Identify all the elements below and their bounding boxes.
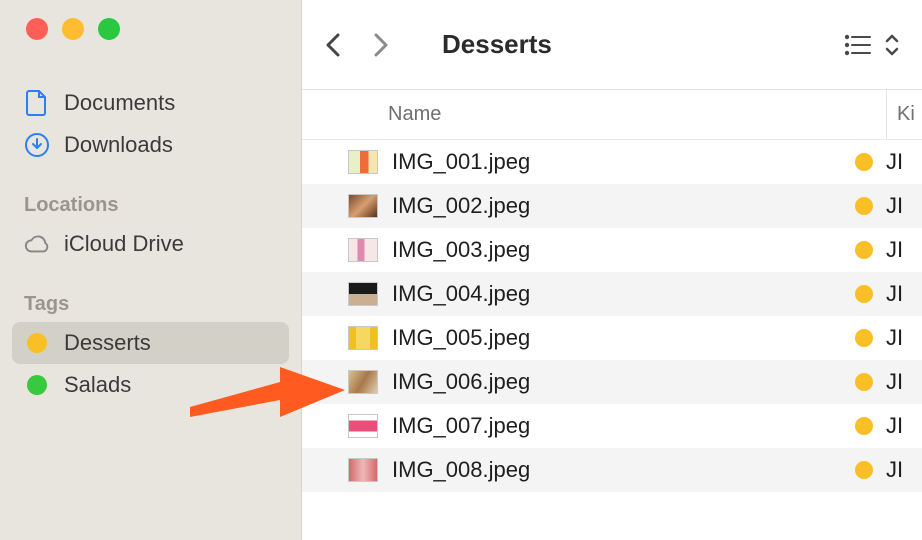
tag-dot-icon [24, 330, 50, 356]
file-row[interactable]: IMG_004.jpeg JI [302, 272, 922, 316]
file-thumbnail [348, 370, 378, 394]
file-kind: JI [886, 281, 922, 307]
zoom-button[interactable] [98, 18, 120, 40]
file-kind: JI [886, 457, 922, 483]
file-name: IMG_006.jpeg [392, 369, 842, 395]
toolbar: Desserts [302, 0, 922, 90]
tag-dot-icon [24, 372, 50, 398]
finder-window: Documents Downloads Locations [0, 0, 922, 540]
file-kind: JI [886, 413, 922, 439]
sidebar-tag-desserts[interactable]: Desserts [12, 322, 289, 364]
file-row[interactable]: IMG_006.jpeg JI [302, 360, 922, 404]
file-thumbnail [348, 282, 378, 306]
file-tag [842, 329, 886, 347]
window-title: Desserts [442, 29, 826, 60]
file-row[interactable]: IMG_001.jpeg JI [302, 140, 922, 184]
list-view-icon [844, 34, 872, 56]
column-header-kind[interactable]: Ki [886, 90, 922, 139]
file-tag [842, 461, 886, 479]
sidebar-tag-salads[interactable]: Salads [12, 364, 289, 406]
file-name: IMG_003.jpeg [392, 237, 842, 263]
sidebar-tag-label: Salads [64, 372, 131, 398]
file-thumbnail [348, 458, 378, 482]
sidebar-item-label: Downloads [64, 132, 173, 158]
minimize-button[interactable] [62, 18, 84, 40]
sidebar-tags: Tags Desserts Salads [0, 285, 301, 406]
file-row[interactable]: IMG_002.jpeg JI [302, 184, 922, 228]
sidebar-item-label: Documents [64, 90, 175, 116]
window-controls [0, 18, 301, 82]
file-thumbnail [348, 194, 378, 218]
view-mode-control[interactable] [844, 32, 900, 58]
file-tag [842, 373, 886, 391]
file-name: IMG_004.jpeg [392, 281, 842, 307]
sidebar-tag-label: Desserts [64, 330, 151, 356]
file-thumbnail [348, 150, 378, 174]
sidebar-header-locations: Locations [12, 186, 289, 223]
sidebar-item-documents[interactable]: Documents [12, 82, 289, 124]
file-thumbnail [348, 414, 378, 438]
file-thumbnail [348, 238, 378, 262]
file-row[interactable]: IMG_005.jpeg JI [302, 316, 922, 360]
chevron-up-down-icon [884, 32, 900, 58]
document-icon [24, 90, 50, 116]
file-kind: JI [886, 149, 922, 175]
file-row[interactable]: IMG_007.jpeg JI [302, 404, 922, 448]
file-name: IMG_007.jpeg [392, 413, 842, 439]
file-kind: JI [886, 325, 922, 351]
file-tag [842, 197, 886, 215]
file-row[interactable]: IMG_008.jpeg JI [302, 448, 922, 492]
file-name: IMG_005.jpeg [392, 325, 842, 351]
sidebar-locations: Locations iCloud Drive [0, 186, 301, 265]
file-tag [842, 153, 886, 171]
file-name: IMG_008.jpeg [392, 457, 842, 483]
file-name: IMG_002.jpeg [392, 193, 842, 219]
sidebar-item-label: iCloud Drive [64, 231, 184, 257]
file-name: IMG_001.jpeg [392, 149, 842, 175]
close-button[interactable] [26, 18, 48, 40]
main-area: Desserts [302, 0, 922, 540]
column-headers: Name Ki [302, 90, 922, 140]
sidebar-item-icloud-drive[interactable]: iCloud Drive [12, 223, 289, 265]
sidebar-item-downloads[interactable]: Downloads [12, 124, 289, 166]
sidebar-header-tags: Tags [12, 285, 289, 322]
download-icon [24, 132, 50, 158]
file-list: IMG_001.jpegJIIMG_002.jpegJIIMG_003.jpeg… [302, 140, 922, 492]
file-kind: JI [886, 369, 922, 395]
forward-button[interactable] [372, 31, 402, 59]
file-tag [842, 417, 886, 435]
back-button[interactable] [324, 31, 354, 59]
sidebar-favorites: Documents Downloads [0, 82, 301, 166]
file-row[interactable]: IMG_003.jpeg JI [302, 228, 922, 272]
column-header-name[interactable]: Name [388, 103, 886, 126]
file-kind: JI [886, 237, 922, 263]
file-tag [842, 241, 886, 259]
sidebar: Documents Downloads Locations [0, 0, 302, 540]
file-kind: JI [886, 193, 922, 219]
file-thumbnail [348, 326, 378, 350]
cloud-icon [24, 231, 50, 257]
file-tag [842, 285, 886, 303]
